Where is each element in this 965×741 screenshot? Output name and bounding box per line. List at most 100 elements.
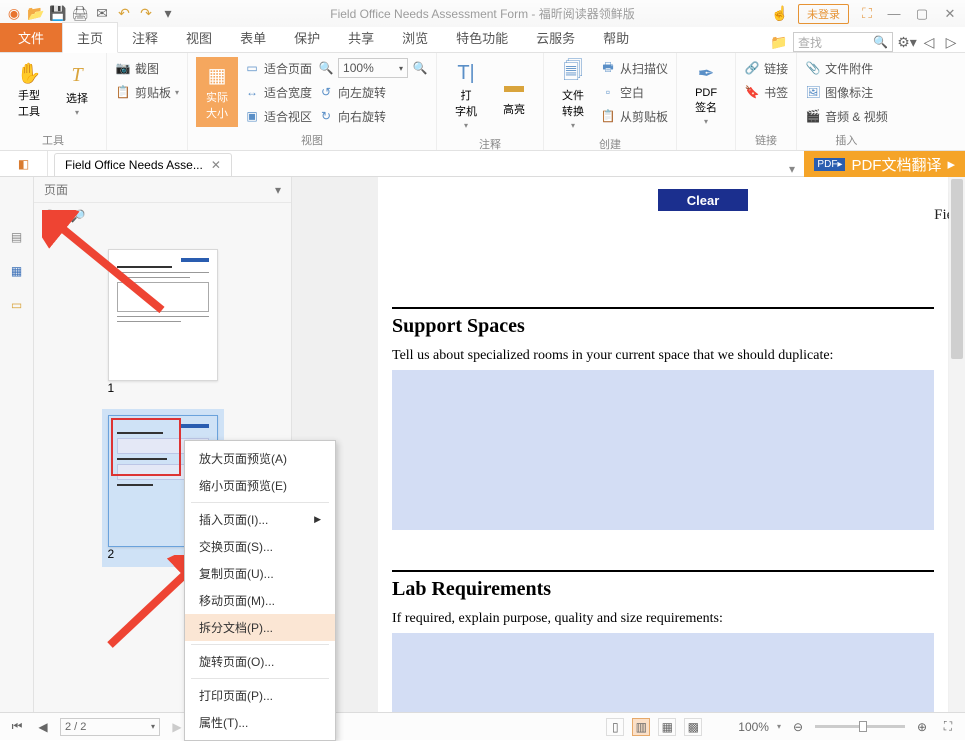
qat-more-icon[interactable]: ▾ [160,6,176,22]
bookmarks-panel-icon[interactable]: ▤ [7,227,27,247]
tab-dropdown-icon[interactable]: ▾ [789,162,795,176]
link-button[interactable]: 🔗链接 [744,57,788,79]
hand-tool-button[interactable]: ✋ 手型 工具 [8,57,50,123]
fit-width-button[interactable]: ↔适合宽度 [244,81,312,103]
ctx-copy[interactable]: 复制页面(U)... [185,560,335,587]
hand-icon[interactable]: ☝ [772,6,788,22]
first-page-button[interactable]: ⏮ [8,719,26,734]
pdf-sign-button[interactable]: ✒ PDF 签名 ▾ [685,57,727,130]
open-icon[interactable]: 📂 [28,6,44,22]
tab-view[interactable]: 视图 [172,23,226,52]
next-icon[interactable]: ▷ [943,34,959,50]
attach-button[interactable]: 📎文件附件 [805,57,888,79]
document-tab[interactable]: Field Office Needs Asse... ✕ [54,153,232,176]
close-button[interactable]: ✕ [941,6,959,22]
bookmark-button[interactable]: 🔖书签 [744,81,788,103]
vertical-scrollbar[interactable] [949,177,965,717]
section-lab-heading: Lab Requirements [392,570,934,601]
tab-protect[interactable]: 保护 [280,23,334,52]
zoom-input[interactable]: 100%▾ [338,58,408,78]
zoom-dropdown-icon[interactable]: ▾ [777,722,781,731]
save-icon[interactable]: 💾 [50,6,66,22]
from-scanner-button[interactable]: 🖶从扫描仪 [600,57,668,79]
zoom-in-icon[interactable]: 🔍 [412,60,428,76]
rotate-left-button[interactable]: ↺向左旋转 [318,81,428,103]
fit-page-button[interactable]: ▭适合页面 [244,57,312,79]
select-tool-button[interactable]: T 选择 ▾ [56,57,98,123]
undo-icon[interactable]: ↶ [116,6,132,22]
highlight-button[interactable]: ▬ 高亮 [493,57,535,134]
clipboard-button[interactable]: 📋剪贴板▾ [115,81,179,103]
av-button[interactable]: 🎬音频 & 视频 [805,105,888,127]
lab-field[interactable] [392,633,934,717]
ctx-shrink[interactable]: 缩小页面预览(E) [185,472,335,499]
page-input[interactable]: 2 / 2▾ [60,718,160,736]
ctx-enlarge[interactable]: 放大页面预览(A) [185,445,335,472]
tab-comment[interactable]: 注释 [118,23,172,52]
blank-button[interactable]: ▫空白 [600,81,668,103]
view-continuous-button[interactable]: ▥ [632,718,650,736]
tab-form[interactable]: 表单 [226,23,280,52]
support-field[interactable] [392,370,934,530]
zoom-controls[interactable]: 🔍 100%▾ 🔍 [318,57,428,79]
tab-file[interactable]: 文件 [0,23,62,52]
view-facing-button[interactable]: ▦ [658,718,676,736]
ctx-print[interactable]: 打印页面(P)... [185,682,335,709]
view-cont-facing-button[interactable]: ▩ [684,718,702,736]
tab-features[interactable]: 特色功能 [442,23,522,52]
ctx-split[interactable]: 拆分文档(P)... [185,614,335,641]
tab-browse[interactable]: 浏览 [388,23,442,52]
tab-help[interactable]: 帮助 [589,23,643,52]
ctx-swap[interactable]: 交换页面(S)... [185,533,335,560]
file-convert-button[interactable]: 🗐 文件 转换 ▾ [552,57,594,134]
folder-icon[interactable]: 📁 [771,34,787,50]
rotate-right-button[interactable]: ↻向右旋转 [318,105,428,127]
comments-panel-icon[interactable]: ▭ [7,295,27,315]
tab-share[interactable]: 共享 [334,23,388,52]
page-thumb-1[interactable] [108,249,218,381]
zoom-slider[interactable] [815,725,905,728]
panel-zoom-out-icon[interactable]: 🔎 [70,208,86,224]
pages-panel-icon[interactable]: ▦ [7,261,27,281]
thumb-wrapper-1[interactable]: 1 [108,249,218,395]
fit-visible-button[interactable]: ▣适合视区 [244,105,312,127]
from-clipboard-button[interactable]: 📋从剪贴板 [600,105,668,127]
maximize-button[interactable]: ▢ [913,6,931,22]
ctx-props[interactable]: 属性(T)... [185,709,335,736]
snapshot-button[interactable]: 📷截图 [115,57,179,79]
settings-icon[interactable]: ⚙▾ [899,34,915,50]
document-view[interactable]: 💡 Clear Field Office Needs Support Space… [292,177,965,717]
prev-page-button[interactable]: ◀ [34,720,52,734]
zoom-out-button[interactable]: ⊖ [789,720,807,734]
zoom-slider-handle[interactable] [859,721,867,732]
ctx-insert[interactable]: 插入页面(I)...▶ [185,506,335,533]
ctx-rotate[interactable]: 旋转页面(O)... [185,648,335,675]
actual-size-button[interactable]: ▦ 实际 大小 [196,57,238,127]
tab-home[interactable]: 主页 [62,22,118,53]
zoom-in-button[interactable]: ⊕ [913,720,931,734]
tab-cloud[interactable]: 云服务 [522,23,589,52]
search-icon[interactable]: 🔍 [873,35,888,49]
minimize-button[interactable]: — [885,6,903,21]
view-single-button[interactable]: ▯ [606,718,624,736]
print-icon[interactable]: 🖨 [72,6,88,22]
prev-icon[interactable]: ◁ [921,34,937,50]
chevron-right-icon: ▸ [947,155,955,173]
fullscreen-button[interactable]: ⛶ [939,719,957,734]
redo-icon[interactable]: ↷ [138,6,154,22]
zoom-out-icon[interactable]: 🔍 [318,60,334,76]
tab-close-icon[interactable]: ✕ [211,158,221,172]
clear-button[interactable]: Clear [658,189,748,211]
email-icon[interactable]: ✉ [94,6,110,22]
typewriter-button[interactable]: T| 打 字机 ▾ [445,57,487,134]
panel-menu-icon[interactable]: ▾ [275,183,281,197]
scrollbar-thumb[interactable] [951,179,963,359]
image-annot-button[interactable]: 🖼图像标注 [805,81,888,103]
panel-zoom-in-icon[interactable]: 🔍 [44,208,60,224]
fullscreen-icon[interactable]: ⛶ [859,6,875,22]
search-input[interactable]: 查找 🔍 [793,32,893,52]
start-tab-icon[interactable]: ◧ [0,151,48,176]
ctx-move[interactable]: 移动页面(M)... [185,587,335,614]
pdf-translate-button[interactable]: PDF▸ PDF文档翻译 ▸ [804,151,965,177]
login-button[interactable]: 未登录 [798,4,849,24]
